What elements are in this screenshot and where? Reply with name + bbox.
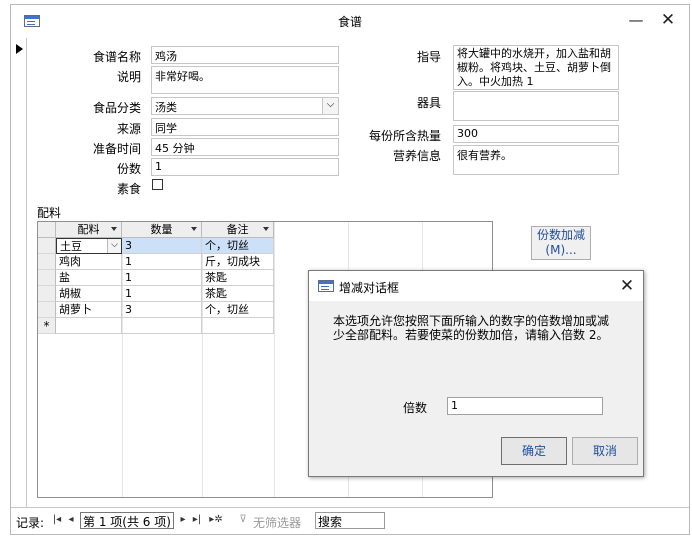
record-selector[interactable]: [13, 38, 27, 508]
column-header-ingredient[interactable]: 配料: [56, 222, 122, 238]
table-cell[interactable]: 3: [122, 238, 202, 254]
column-header-quantity[interactable]: 数量: [122, 222, 202, 238]
category-label: 食品分类: [92, 101, 141, 115]
record-navigation-bar: 记录: |◂ ◂ 第 1 项(共 6 项) ▸ ▸| ▸✲ ⊽ 无筛选器 搜索: [11, 507, 689, 533]
vegetarian-label: 素食: [116, 182, 141, 196]
table-cell[interactable]: [202, 318, 274, 334]
previous-record-icon[interactable]: ◂: [65, 513, 77, 527]
recipe-name-label: 食谱名称: [92, 50, 141, 64]
cancel-button[interactable]: 取消: [572, 437, 638, 465]
first-record-icon[interactable]: |◂: [51, 513, 63, 527]
factor-label: 倍数: [403, 401, 428, 415]
table-cell[interactable]: 个，切丝: [202, 238, 274, 254]
description-label: 说明: [116, 70, 141, 84]
scale-dialog: 增减对话框 ✕ 本选项允许您按照下面所输入的数字的倍数增加或减少全部配料。若要使…: [308, 270, 644, 477]
record-position-field[interactable]: 第 1 项(共 6 项): [80, 512, 174, 529]
table-cell[interactable]: 斤，切成块: [202, 254, 274, 270]
column-dropdown-icon[interactable]: [191, 227, 197, 231]
row-selector[interactable]: [38, 238, 56, 254]
table-cell[interactable]: 1: [122, 270, 202, 286]
table-cell[interactable]: 3: [122, 302, 202, 318]
table-cell[interactable]: 1: [122, 254, 202, 270]
title-bar: 食谱 — ✕: [11, 5, 689, 36]
category-combobox[interactable]: 汤类 ⌵: [151, 97, 339, 115]
ingredients-label: 配料: [37, 206, 62, 220]
select-all-corner[interactable]: [38, 222, 56, 238]
minimize-icon[interactable]: —: [621, 9, 651, 31]
last-record-icon[interactable]: ▸|: [191, 513, 203, 527]
scale-servings-button[interactable]: 份数加减 (M)...: [531, 226, 591, 260]
search-input[interactable]: 搜索: [315, 512, 385, 529]
table-cell[interactable]: 土豆 ⌵: [56, 238, 122, 254]
table-cell[interactable]: 1: [122, 286, 202, 302]
instructions-field[interactable]: 将大罐中的水烧开，加入盐和胡椒粉。将鸡块、土豆、胡萝卜倒入。中火加热 1: [453, 45, 619, 90]
current-record-arrow-icon: [16, 44, 23, 54]
table-cell[interactable]: [122, 318, 202, 334]
ok-button[interactable]: 确定: [501, 437, 567, 465]
nutrition-label: 营养信息: [392, 149, 441, 163]
dialog-title: 增减对话框: [339, 281, 400, 295]
next-record-icon[interactable]: ▸: [177, 513, 189, 527]
window-title: 食谱: [337, 15, 362, 29]
row-selector[interactable]: [38, 254, 56, 270]
table-cell[interactable]: 个，切丝: [202, 302, 274, 318]
source-field[interactable]: 同学: [151, 118, 339, 136]
new-record-row-selector[interactable]: *: [38, 318, 56, 334]
new-record-icon[interactable]: ▸✲: [207, 513, 225, 527]
nutrition-field[interactable]: 很有营养。: [453, 145, 619, 175]
vegetarian-checkbox[interactable]: [152, 179, 163, 190]
column-dropdown-icon[interactable]: [111, 227, 117, 231]
description-field[interactable]: 非常好喝。: [151, 66, 339, 94]
table-cell[interactable]: 胡椒: [56, 286, 122, 302]
chevron-down-icon[interactable]: ⌵: [107, 239, 121, 253]
source-label: 来源: [116, 122, 141, 136]
filter-status[interactable]: 无筛选器: [253, 514, 301, 531]
records-label: 记录:: [16, 516, 45, 530]
filter-icon: ⊽: [239, 514, 247, 525]
table-cell[interactable]: [56, 318, 122, 334]
instructions-label: 指导: [416, 50, 441, 64]
close-icon[interactable]: ✕: [615, 275, 639, 297]
column-dropdown-icon[interactable]: [263, 227, 269, 231]
table-cell[interactable]: 茶匙: [202, 270, 274, 286]
table-cell[interactable]: 盐: [56, 270, 122, 286]
dialog-title-bar: 增减对话框 ✕: [309, 271, 643, 301]
recipe-name-field[interactable]: 鸡汤: [151, 46, 339, 64]
column-header-note[interactable]: 备注: [202, 222, 274, 238]
prep-time-label: 准备时间: [92, 142, 141, 156]
chevron-down-icon[interactable]: ⌵: [322, 98, 338, 114]
category-value: 汤类: [155, 101, 177, 114]
form-icon: [318, 280, 334, 292]
row-selector[interactable]: [38, 286, 56, 302]
table-cell[interactable]: 胡萝卜: [56, 302, 122, 318]
dialog-message: 本选项允许您按照下面所输入的数字的倍数增加或减少全部配料。若要使菜的份数加倍，请…: [333, 314, 610, 342]
utensils-label: 器具: [416, 96, 441, 110]
calories-field[interactable]: 300: [453, 125, 619, 143]
prep-time-field[interactable]: 45 分钟: [151, 138, 339, 156]
row-selector[interactable]: [38, 302, 56, 318]
table-cell[interactable]: 茶匙: [202, 286, 274, 302]
servings-label: 份数: [116, 162, 141, 176]
row-selector[interactable]: [38, 270, 56, 286]
calories-label: 每份所含热量: [368, 129, 441, 143]
factor-input[interactable]: 1: [447, 397, 603, 415]
close-icon[interactable]: ✕: [653, 9, 683, 31]
utensils-field[interactable]: [453, 91, 619, 121]
table-cell[interactable]: 鸡肉: [56, 254, 122, 270]
servings-field[interactable]: 1: [151, 158, 339, 176]
